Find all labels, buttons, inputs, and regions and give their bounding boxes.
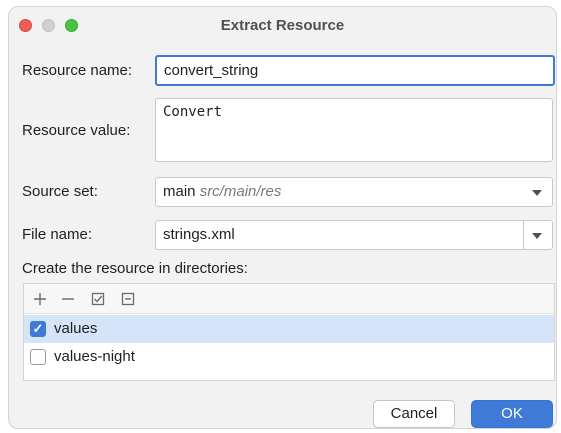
directory-label: values-night: [54, 348, 135, 365]
resource-value-text: Convert: [163, 104, 223, 120]
source-set-value: main: [163, 183, 196, 200]
remove-icon[interactable]: [58, 289, 78, 309]
values-checkbox[interactable]: ✓: [30, 321, 46, 337]
resource-name-input[interactable]: convert_string: [155, 55, 555, 86]
source-set-path: src/main/res: [199, 183, 282, 200]
ok-button[interactable]: OK: [471, 400, 553, 428]
select-all-icon[interactable]: [88, 289, 108, 309]
directory-row-values[interactable]: ✓ values: [24, 315, 554, 343]
chevron-down-icon[interactable]: [532, 190, 542, 196]
chevron-down-icon[interactable]: [532, 233, 542, 239]
cancel-button[interactable]: Cancel: [373, 400, 455, 428]
directories-panel: ✓ values values-night: [23, 283, 555, 381]
title-bar: Extract Resource: [9, 7, 556, 45]
directory-label: values: [54, 320, 98, 337]
file-name-value: strings.xml: [163, 226, 235, 243]
directories-toolbar: [24, 284, 554, 314]
file-name-label: File name:: [22, 226, 93, 243]
dialog-title: Extract Resource: [220, 17, 345, 34]
extract-resource-dialog: Extract Resource Resource name: convert_…: [8, 6, 557, 429]
resource-name-label: Resource name:: [22, 62, 133, 79]
source-set-label: Source set:: [22, 183, 98, 200]
unselect-all-icon[interactable]: [118, 289, 138, 309]
values-night-checkbox[interactable]: [30, 349, 46, 365]
source-set-dropdown[interactable]: main src/main/res: [155, 177, 553, 207]
combobox-divider: [523, 221, 524, 249]
directories-label: Create the resource in directories:: [22, 260, 248, 277]
directory-row-values-night[interactable]: values-night: [24, 343, 554, 371]
resource-value-input[interactable]: Convert: [155, 98, 553, 162]
resource-value-label: Resource value:: [22, 122, 131, 139]
add-icon[interactable]: [30, 289, 50, 309]
file-name-combobox[interactable]: strings.xml: [155, 220, 553, 250]
resource-name-value: convert_string: [164, 62, 259, 79]
